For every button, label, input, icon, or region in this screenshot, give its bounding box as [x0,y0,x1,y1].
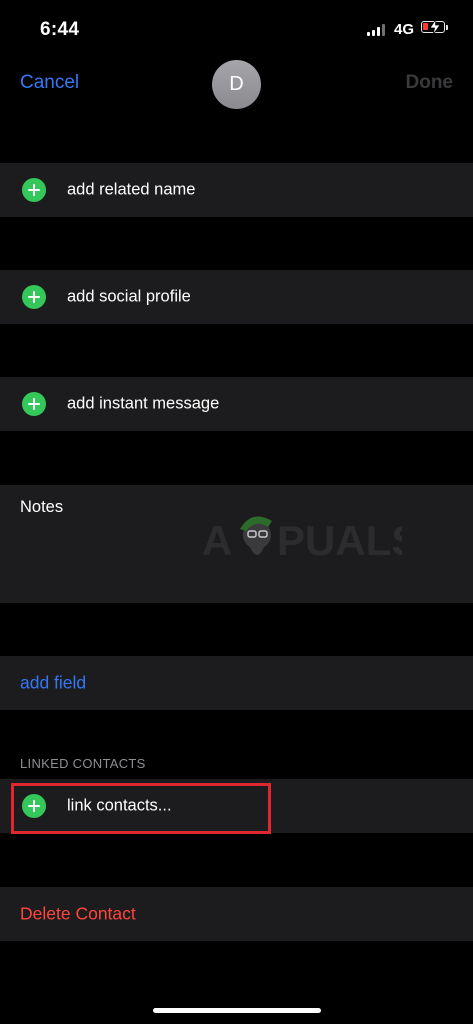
add-circle-icon[interactable] [22,285,46,309]
linked-contacts-header: LINKED CONTACTS [20,756,146,771]
status-time: 6:44 [40,19,80,40]
add-circle-icon[interactable] [22,392,46,416]
avatar-initial: D [229,73,244,95]
cancel-button[interactable]: Cancel [20,72,79,94]
battery-charging-icon [421,19,445,35]
add-circle-icon[interactable] [22,178,46,202]
network-type: 4G [394,21,415,38]
add-instant-message-row[interactable]: add instant message [0,377,473,431]
add-field-row[interactable]: add field [0,656,473,710]
done-button[interactable]: Done [406,72,454,94]
notes-label: Notes [20,498,64,516]
svg-text:PUALS: PUALS [277,517,402,564]
home-indicator[interactable] [153,1008,321,1013]
delete-contact-button[interactable]: Delete Contact [20,904,136,925]
svg-text:A: A [202,517,232,564]
highlight-box [11,783,271,834]
delete-contact-row[interactable]: Delete Contact [0,887,473,941]
signal-bars-icon [367,24,387,36]
add-social-profile-label: add social profile [67,287,191,306]
add-social-profile-row[interactable]: add social profile [0,270,473,324]
add-related-name-label: add related name [67,180,196,199]
avatar[interactable]: D [212,60,261,109]
add-related-name-row[interactable]: add related name [0,163,473,217]
add-instant-message-label: add instant message [67,394,220,413]
battery-tip [446,25,448,30]
appuals-watermark-logo: A PUALS [202,516,402,564]
add-field-button[interactable]: add field [20,673,86,694]
